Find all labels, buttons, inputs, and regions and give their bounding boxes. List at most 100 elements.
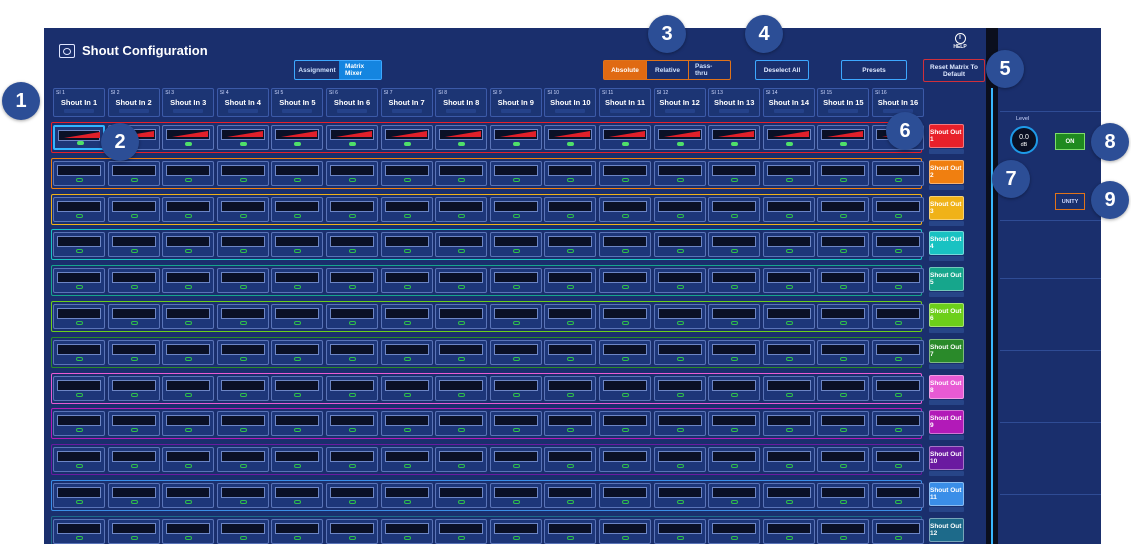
crosspoint-cell[interactable] bbox=[53, 160, 105, 186]
crosspoint-cell[interactable] bbox=[380, 160, 433, 186]
crosspoint-cell[interactable] bbox=[872, 160, 924, 186]
crosspoint-cell[interactable] bbox=[544, 160, 597, 186]
output-button[interactable]: Shout Out 12 bbox=[929, 517, 964, 542]
crosspoint-cell[interactable] bbox=[216, 196, 269, 222]
crosspoint-cell[interactable] bbox=[544, 411, 597, 437]
output-button[interactable]: Shout Out 9 bbox=[929, 410, 964, 435]
crosspoint-cell[interactable] bbox=[653, 447, 706, 473]
crosspoint-cell[interactable] bbox=[271, 447, 324, 473]
crosspoint-cell[interactable] bbox=[326, 268, 378, 294]
crosspoint-cell[interactable] bbox=[762, 483, 815, 508]
crosspoint-cell[interactable] bbox=[216, 447, 269, 473]
crosspoint-cell[interactable] bbox=[107, 339, 160, 365]
tab-matrix-mixer[interactable]: Matrix Mixer bbox=[339, 61, 381, 79]
crosspoint-cell[interactable] bbox=[435, 411, 488, 437]
crosspoint-cell[interactable] bbox=[435, 268, 488, 294]
crosspoint-cell[interactable] bbox=[271, 483, 324, 508]
crosspoint-cell[interactable] bbox=[817, 196, 870, 222]
crosspoint-cell[interactable] bbox=[326, 447, 378, 473]
output-button[interactable]: Shout Out 7 bbox=[929, 338, 964, 363]
crosspoint-cell[interactable] bbox=[216, 483, 269, 508]
crosspoint-cell[interactable] bbox=[489, 232, 542, 258]
crosspoint-cell[interactable] bbox=[162, 125, 215, 150]
input-header[interactable]: SI 11 Shout In 11 bbox=[599, 88, 651, 117]
crosspoint-cell[interactable] bbox=[271, 232, 324, 258]
crosspoint-cell[interactable] bbox=[107, 483, 160, 508]
crosspoint-cell[interactable] bbox=[271, 304, 324, 329]
crosspoint-cell[interactable] bbox=[162, 518, 215, 544]
deselect-all-button[interactable]: Deselect All bbox=[755, 60, 809, 80]
crosspoint-cell[interactable] bbox=[708, 268, 761, 294]
crosspoint-cell[interactable] bbox=[53, 232, 105, 258]
crosspoint-cell[interactable] bbox=[599, 125, 651, 150]
input-header[interactable]: SI 13 Shout In 13 bbox=[708, 88, 761, 117]
crosspoint-cell[interactable] bbox=[489, 268, 542, 294]
crosspoint-cell[interactable] bbox=[599, 483, 651, 508]
crosspoint-cell[interactable] bbox=[326, 339, 378, 365]
crosspoint-cell[interactable] bbox=[817, 518, 870, 544]
crosspoint-cell[interactable] bbox=[762, 160, 815, 186]
crosspoint-cell[interactable] bbox=[708, 483, 761, 508]
crosspoint-cell[interactable] bbox=[599, 196, 651, 222]
crosspoint-cell[interactable] bbox=[762, 196, 815, 222]
crosspoint-cell[interactable] bbox=[216, 125, 269, 150]
crosspoint-cell[interactable] bbox=[653, 268, 706, 294]
crosspoint-cell[interactable] bbox=[107, 447, 160, 473]
crosspoint-cell[interactable] bbox=[817, 232, 870, 258]
crosspoint-cell[interactable] bbox=[544, 518, 597, 544]
crosspoint-cell[interactable] bbox=[544, 125, 597, 150]
unity-button[interactable]: UNITY bbox=[1055, 193, 1085, 210]
crosspoint-cell[interactable] bbox=[708, 518, 761, 544]
crosspoint-cell[interactable] bbox=[817, 304, 870, 329]
crosspoint-cell[interactable] bbox=[544, 375, 597, 401]
crosspoint-cell[interactable] bbox=[489, 375, 542, 401]
presets-button[interactable]: Presets bbox=[841, 60, 907, 80]
crosspoint-cell[interactable] bbox=[489, 518, 542, 544]
crosspoint-cell[interactable] bbox=[326, 125, 378, 150]
crosspoint-cell[interactable] bbox=[380, 304, 433, 329]
crosspoint-cell[interactable] bbox=[489, 447, 542, 473]
crosspoint-cell[interactable] bbox=[544, 339, 597, 365]
crosspoint-cell[interactable] bbox=[489, 339, 542, 365]
crosspoint-cell[interactable] bbox=[653, 375, 706, 401]
crosspoint-cell[interactable] bbox=[162, 304, 215, 329]
crosspoint-cell[interactable] bbox=[53, 268, 105, 294]
crosspoint-cell[interactable] bbox=[872, 232, 924, 258]
mode-relative[interactable]: Relative bbox=[646, 61, 688, 79]
output-button[interactable]: Shout Out 8 bbox=[929, 374, 964, 399]
crosspoint-cell[interactable] bbox=[326, 375, 378, 401]
crosspoint-cell[interactable] bbox=[872, 339, 924, 365]
crosspoint-cell[interactable] bbox=[544, 447, 597, 473]
output-button[interactable]: Shout Out 1 bbox=[929, 124, 964, 148]
crosspoint-cell[interactable] bbox=[53, 125, 105, 150]
crosspoint-cell[interactable] bbox=[271, 125, 324, 150]
output-button[interactable]: Shout Out 2 bbox=[929, 159, 964, 184]
crosspoint-cell[interactable] bbox=[872, 375, 924, 401]
input-header[interactable]: SI 5 Shout In 5 bbox=[271, 88, 324, 117]
crosspoint-cell[interactable] bbox=[489, 160, 542, 186]
input-header[interactable]: SI 15 Shout In 15 bbox=[817, 88, 870, 117]
crosspoint-cell[interactable] bbox=[653, 339, 706, 365]
crosspoint-cell[interactable] bbox=[107, 160, 160, 186]
crosspoint-cell[interactable] bbox=[544, 304, 597, 329]
crosspoint-cell[interactable] bbox=[489, 196, 542, 222]
output-button[interactable]: Shout Out 4 bbox=[929, 231, 964, 256]
crosspoint-cell[interactable] bbox=[162, 232, 215, 258]
crosspoint-cell[interactable] bbox=[872, 411, 924, 437]
crosspoint-cell[interactable] bbox=[380, 411, 433, 437]
help-button[interactable]: i HELP bbox=[946, 33, 974, 50]
output-button[interactable]: Shout Out 5 bbox=[929, 267, 964, 292]
crosspoint-cell[interactable] bbox=[162, 160, 215, 186]
crosspoint-cell[interactable] bbox=[107, 268, 160, 294]
crosspoint-cell[interactable] bbox=[708, 447, 761, 473]
crosspoint-cell[interactable] bbox=[435, 339, 488, 365]
crosspoint-cell[interactable] bbox=[817, 411, 870, 437]
reset-matrix-button[interactable]: Reset Matrix To Default bbox=[923, 59, 985, 82]
crosspoint-cell[interactable] bbox=[599, 232, 651, 258]
crosspoint-cell[interactable] bbox=[271, 339, 324, 365]
crosspoint-cell[interactable] bbox=[817, 447, 870, 473]
crosspoint-cell[interactable] bbox=[872, 447, 924, 473]
crosspoint-cell[interactable] bbox=[489, 411, 542, 437]
crosspoint-cell[interactable] bbox=[435, 518, 488, 544]
output-button[interactable]: Shout Out 11 bbox=[929, 482, 964, 506]
